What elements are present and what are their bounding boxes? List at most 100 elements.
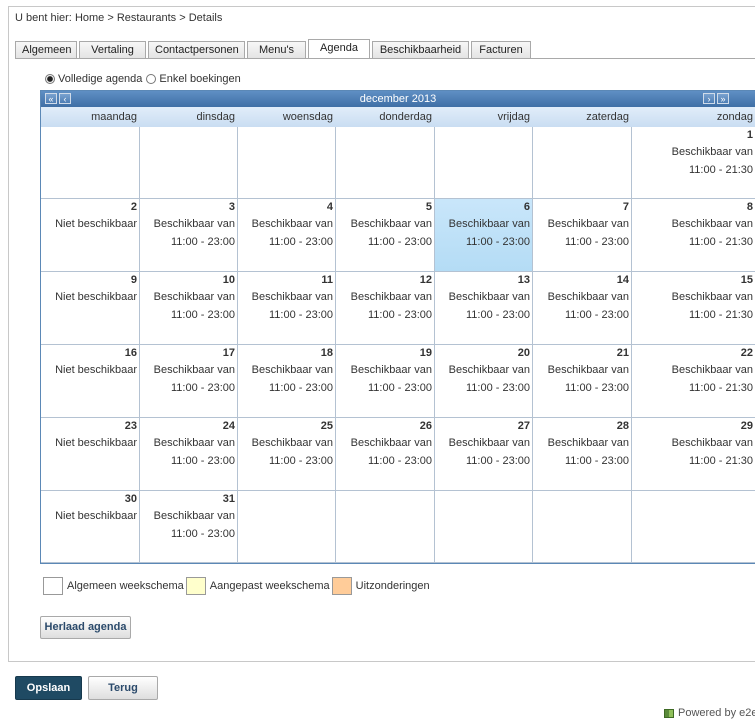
calendar-empty-cell — [238, 127, 336, 199]
day-number: 27 — [517, 420, 530, 432]
radio-volledige-agenda[interactable] — [45, 74, 55, 84]
day-number: 2 — [130, 201, 137, 213]
day-number: 3 — [228, 201, 235, 213]
availability-status: Beschikbaar van — [671, 364, 753, 376]
breadcrumb-home[interactable]: Home — [75, 12, 104, 24]
calendar-day-cell[interactable]: 13 Beschikbaar van 11:00 - 23:00 — [435, 272, 533, 345]
calendar-day-cell[interactable]: 29 Beschikbaar van 11:00 - 21:30 — [632, 418, 755, 491]
availability-hours: 11:00 - 21:30 — [688, 382, 753, 394]
availability-status: Niet beschikbaar — [55, 291, 137, 303]
calendar-empty-cell — [632, 491, 755, 563]
weekday-label: maandag — [91, 111, 137, 123]
calendar-day-cell[interactable]: 10 Beschikbaar van 11:00 - 23:00 — [140, 272, 238, 345]
radio-enkel-boekingen[interactable] — [146, 74, 157, 84]
reload-agenda-button[interactable]: Herlaad agenda — [40, 616, 131, 639]
calendar-day-cell[interactable]: 24 Beschikbaar van 11:00 - 23:00 — [140, 418, 238, 491]
weekday-label: donderdag — [379, 111, 432, 123]
calendar-day-cell[interactable]: 19 Beschikbaar van 11:00 - 23:00 — [336, 345, 435, 418]
calendar-day-cell[interactable]: 21 Beschikbaar van 11:00 - 23:00 — [533, 345, 632, 418]
prev-month-icon[interactable]: ‹ — [59, 93, 71, 104]
availability-status: Beschikbaar van — [251, 291, 333, 303]
calendar-empty-cell — [533, 127, 632, 199]
tab-contactpersonen[interactable]: Contactpersonen — [148, 41, 245, 58]
calendar-day-cell[interactable]: 30 Niet beschikbaar — [41, 491, 140, 563]
calendar-day-cell[interactable]: 28 Beschikbaar van 11:00 - 23:00 — [533, 418, 632, 491]
calendar-day-cell[interactable]: 22 Beschikbaar van 11:00 - 21:30 — [632, 345, 755, 418]
legend-label: Algemeen weekschema — [67, 580, 184, 592]
availability-status: Beschikbaar van — [153, 291, 235, 303]
calendar-day-cell[interactable]: 6 Beschikbaar van 11:00 - 23:00 — [435, 199, 533, 272]
calendar-day-cell[interactable]: 27 Beschikbaar van 11:00 - 23:00 — [435, 418, 533, 491]
legend-swatch — [185, 577, 206, 595]
availability-hours: 11:00 - 23:00 — [367, 236, 432, 248]
calendar-day-cell[interactable]: 14 Beschikbaar van 11:00 - 23:00 — [533, 272, 632, 345]
calendar-day-cell[interactable]: 1 Beschikbaar van 11:00 - 21:30 — [632, 127, 755, 199]
back-button[interactable]: Terug — [88, 676, 158, 700]
availability-status: Beschikbaar van — [153, 510, 235, 522]
calendar-day-cell[interactable]: 4 Beschikbaar van 11:00 - 23:00 — [238, 199, 336, 272]
calendar-day-cell[interactable]: 15 Beschikbaar van 11:00 - 21:30 — [632, 272, 755, 345]
legend-algemeen: Algemeen weekschema — [43, 577, 186, 595]
day-number: 29 — [740, 420, 753, 432]
tab-facturen[interactable]: Facturen — [471, 41, 531, 58]
powered-by-text: Powered by e2e NV — [678, 707, 755, 719]
day-number: 7 — [622, 201, 629, 213]
availability-hours: 11:00 - 23:00 — [564, 309, 629, 321]
breadcrumb-separator: > — [179, 12, 186, 24]
calendar-month-title: december 2013 — [359, 93, 437, 105]
powered-by: Powered by e2e NV — [664, 707, 755, 719]
calendar-day-cell[interactable]: 26 Beschikbaar van 11:00 - 23:00 — [336, 418, 435, 491]
tab-algemeen[interactable]: Algemeen — [15, 41, 77, 58]
calendar-day-cell[interactable]: 31 Beschikbaar van 11:00 - 23:00 — [140, 491, 238, 563]
calendar-empty-cell — [336, 491, 435, 563]
weekday-label: dinsdag — [196, 111, 235, 123]
availability-hours: 11:00 - 23:00 — [465, 309, 530, 321]
calendar-day-cell[interactable]: 8 Beschikbaar van 11:00 - 21:30 — [632, 199, 755, 272]
tab-menus[interactable]: Menu's — [247, 41, 306, 58]
weekday-header: maandag dinsdag woensdag donderdag vrijdag za… — [41, 107, 755, 127]
day-number: 14 — [616, 274, 629, 286]
last-month-icon[interactable]: » — [717, 93, 729, 104]
day-number: 1 — [746, 129, 753, 141]
calendar-day-cell[interactable]: 2 Niet beschikbaar — [41, 199, 140, 272]
breadcrumb-details: Details — [188, 12, 223, 24]
next-month-icon[interactable]: › — [703, 93, 715, 104]
tab-beschikbaarheid[interactable]: Beschikbaarheid — [372, 41, 469, 58]
availability-hours: 11:00 - 23:00 — [170, 309, 235, 321]
calendar-day-cell[interactable]: 23 Niet beschikbaar — [41, 418, 140, 491]
day-number: 24 — [222, 420, 235, 432]
calendar-day-cell[interactable]: 12 Beschikbaar van 11:00 - 23:00 — [336, 272, 435, 345]
calendar-empty-cell — [435, 491, 533, 563]
calendar-day-cell[interactable]: 3 Beschikbaar van 11:00 - 23:00 — [140, 199, 238, 272]
calendar-day-cell[interactable]: 5 Beschikbaar van 11:00 - 23:00 — [336, 199, 435, 272]
day-number: 10 — [222, 274, 235, 286]
calendar: december 2013 « ‹ › » maandag dinsdag woen… — [40, 90, 755, 564]
day-number: 28 — [616, 420, 629, 432]
first-month-icon[interactable]: « — [45, 93, 57, 104]
calendar-day-cell[interactable]: 17 Beschikbaar van 11:00 - 23:00 — [140, 345, 238, 418]
option-enkel-boekingen[interactable]: Enkel boekingen — [146, 73, 241, 85]
availability-hours: 11:00 - 23:00 — [564, 455, 629, 467]
option-label: Volledige agenda — [58, 73, 143, 85]
legend-aangepast: Aangepast weekschema — [185, 577, 332, 595]
availability-status: Beschikbaar van — [153, 437, 235, 449]
option-volledige-agenda[interactable]: Volledige agenda — [45, 73, 142, 85]
availability-status: Beschikbaar van — [671, 146, 753, 158]
calendar-day-cell[interactable]: 25 Beschikbaar van 11:00 - 23:00 — [238, 418, 336, 491]
breadcrumb-restaurants[interactable]: Restaurants — [117, 12, 176, 24]
calendar-day-cell[interactable]: 7 Beschikbaar van 11:00 - 23:00 — [533, 199, 632, 272]
weekday-label: zondag — [716, 111, 753, 123]
calendar-day-cell[interactable]: 11 Beschikbaar van 11:00 - 23:00 — [238, 272, 336, 345]
day-number: 20 — [517, 347, 530, 359]
calendar-day-cell[interactable]: 20 Beschikbaar van 11:00 - 23:00 — [435, 345, 533, 418]
calendar-day-cell[interactable]: 9 Niet beschikbaar — [41, 272, 140, 345]
save-button[interactable]: Opslaan — [15, 676, 82, 700]
tab-vertaling[interactable]: Vertaling — [79, 41, 146, 58]
weekday-label: woensdag — [282, 111, 333, 123]
calendar-day-cell[interactable]: 16 Niet beschikbaar — [41, 345, 140, 418]
availability-status: Niet beschikbaar — [55, 437, 137, 449]
availability-status: Beschikbaar van — [448, 364, 530, 376]
calendar-day-cell[interactable]: 18 Beschikbaar van 11:00 - 23:00 — [238, 345, 336, 418]
availability-status: Beschikbaar van — [350, 437, 432, 449]
tab-agenda[interactable]: Agenda — [308, 39, 370, 59]
